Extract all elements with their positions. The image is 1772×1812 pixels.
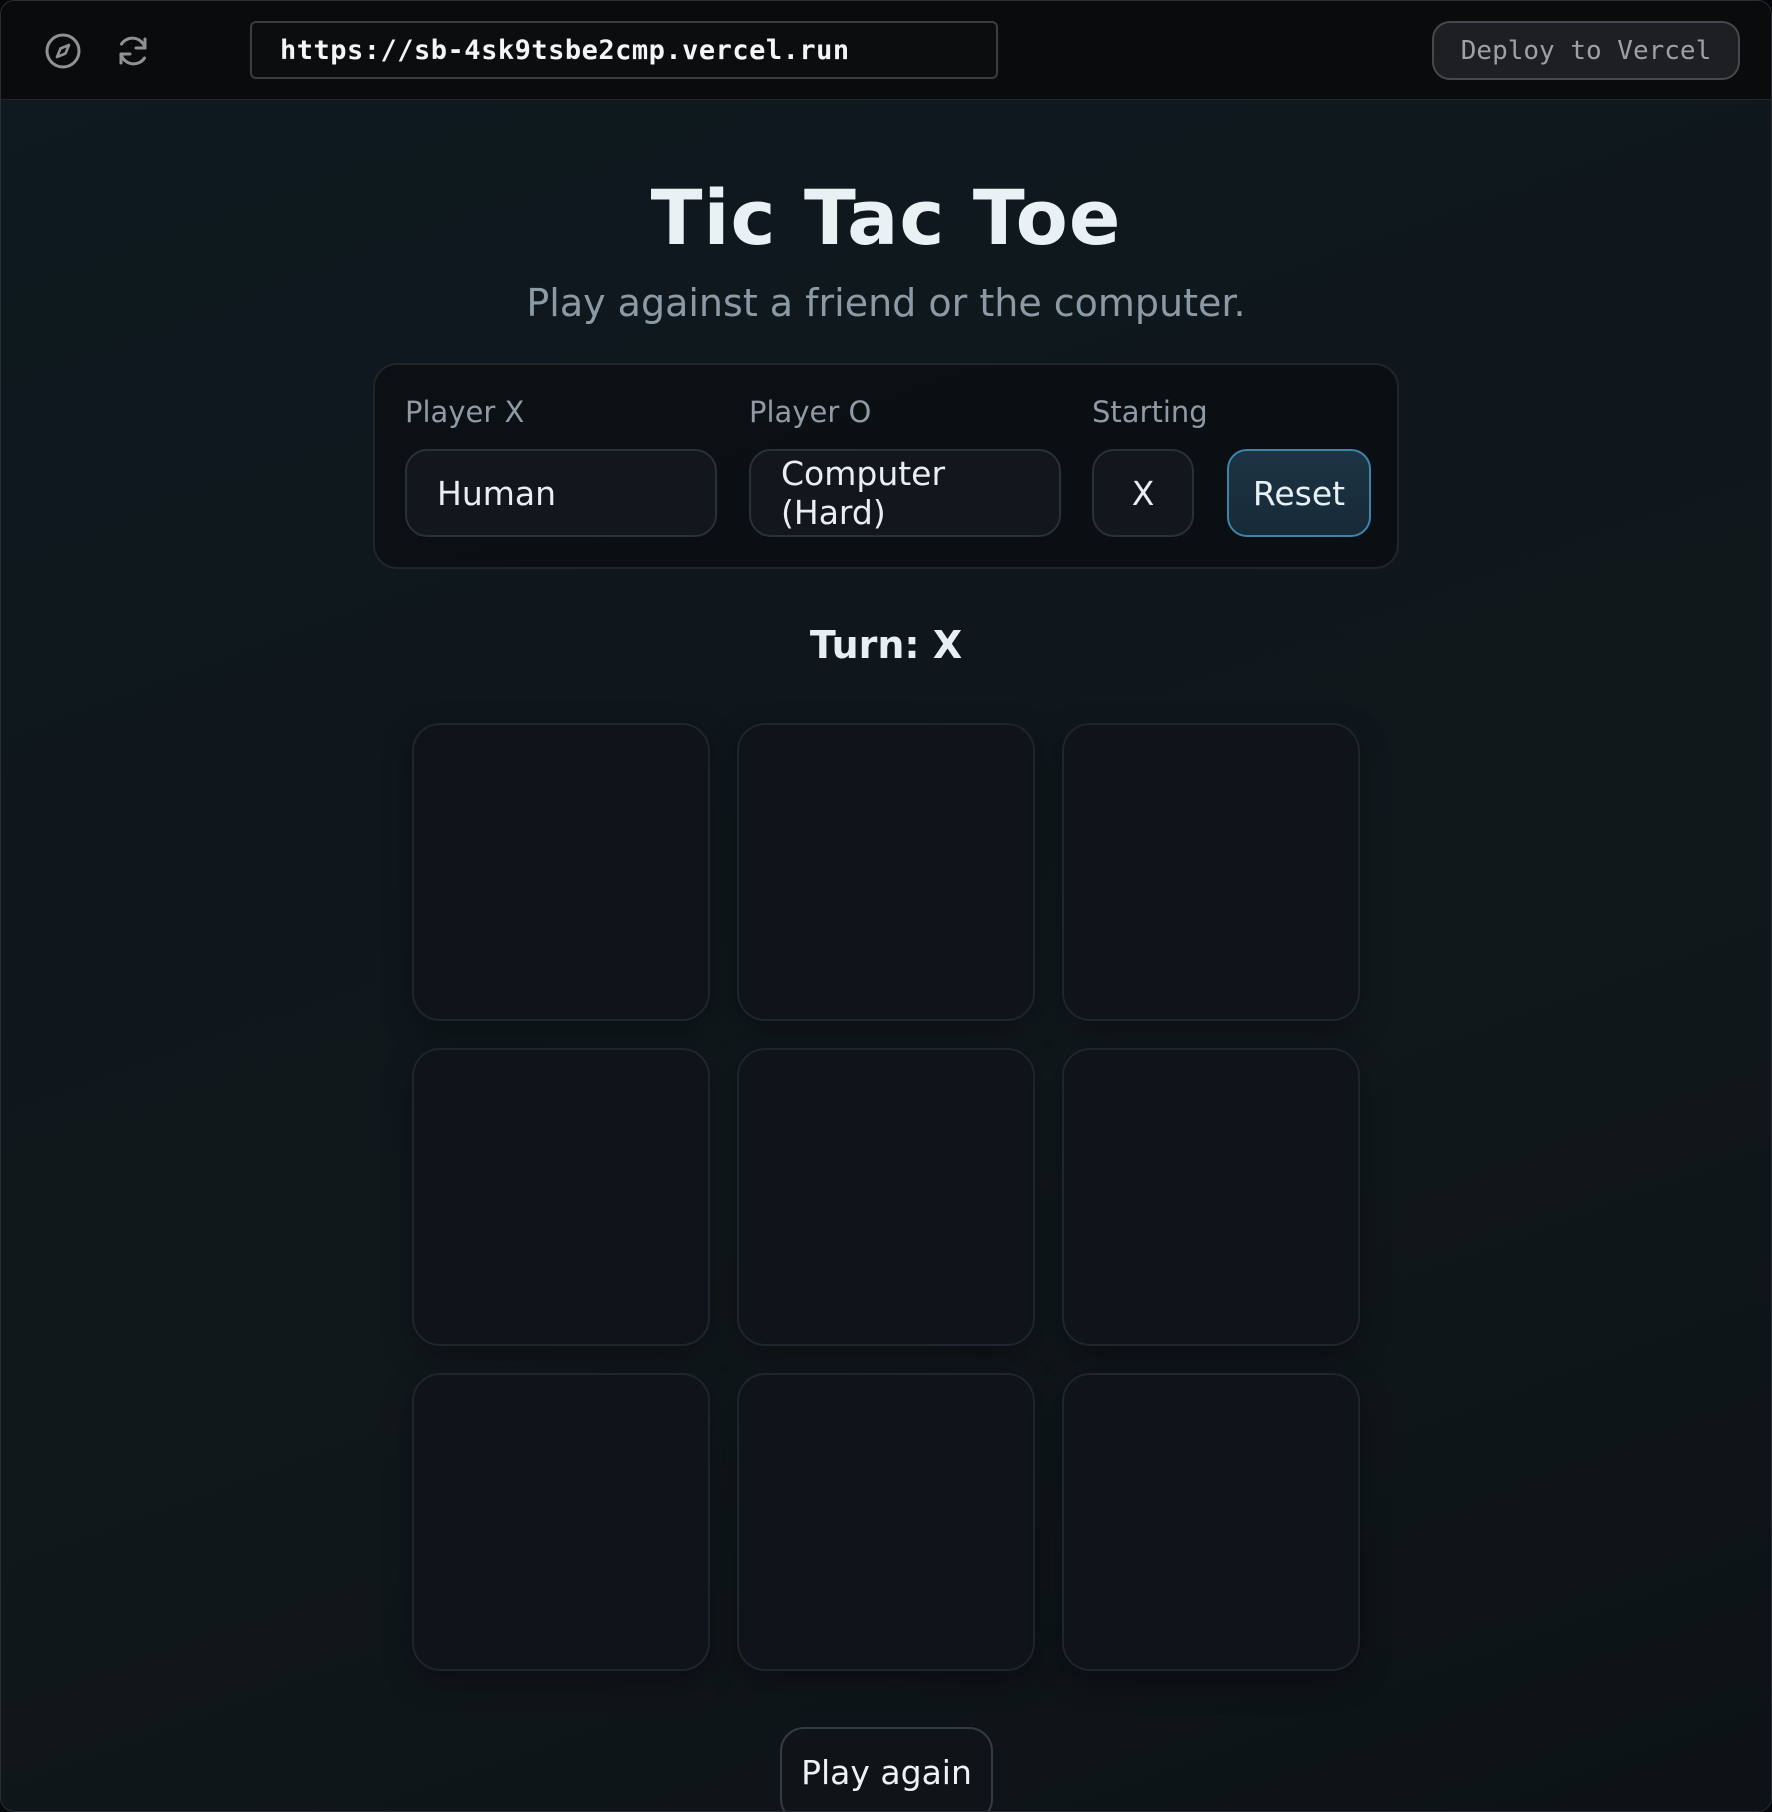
play-again-label: Play again [801,1753,972,1792]
starting-value: X [1131,473,1155,513]
board-cell-5[interactable] [737,1048,1035,1346]
deploy-button[interactable]: Deploy to Vercel [1432,21,1740,80]
game-board [412,723,1361,1672]
board-cell-3[interactable] [1062,723,1360,1021]
compass-icon[interactable] [43,31,83,71]
player-x-select[interactable]: Human [405,449,717,537]
url-bar[interactable]: https://sb-4sk9tsbe2cmp.vercel.run [250,21,998,79]
starting-select[interactable]: X [1092,449,1194,537]
player-x-label: Player X [405,395,525,429]
board-cell-8[interactable] [737,1373,1035,1671]
player-o-label: Player O [749,395,872,429]
turn-indicator: Turn: X [809,623,963,667]
board-cell-9[interactable] [1062,1373,1360,1671]
page-subtitle: Play against a friend or the computer. [526,281,1246,325]
board-cell-2[interactable] [737,723,1035,1021]
board-cell-4[interactable] [412,1048,710,1346]
settings-panel: Player X Human Player O Computer (Hard) … [373,363,1399,569]
reset-button[interactable]: Reset [1227,449,1371,537]
board-cell-6[interactable] [1062,1048,1360,1346]
board-cell-1[interactable] [412,723,710,1021]
starting-label: Starting [1092,395,1208,429]
refresh-icon[interactable] [113,31,153,71]
page-title: Tic Tac Toe [650,173,1122,262]
player-o-select[interactable]: Computer (Hard) [749,449,1061,537]
deploy-button-label: Deploy to Vercel [1460,35,1712,66]
browser-toolbar: https://sb-4sk9tsbe2cmp.vercel.run Deplo… [1,1,1771,100]
app-window: https://sb-4sk9tsbe2cmp.vercel.run Deplo… [0,0,1772,1812]
url-text: https://sb-4sk9tsbe2cmp.vercel.run [280,34,850,66]
player-x-value: Human [437,473,557,513]
player-o-value: Computer (Hard) [781,454,946,532]
play-again-button[interactable]: Play again [780,1727,993,1811]
board-cell-7[interactable] [412,1373,710,1671]
reset-button-label: Reset [1252,473,1346,513]
